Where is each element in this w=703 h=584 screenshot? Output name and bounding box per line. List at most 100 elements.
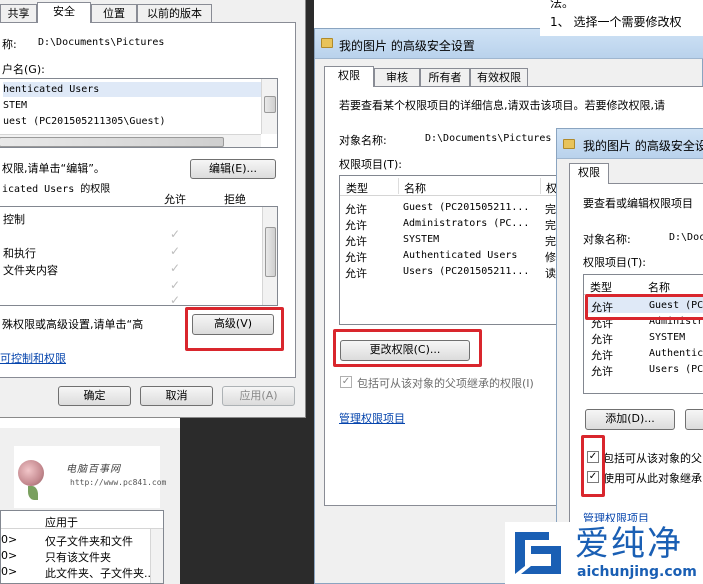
user-list[interactable]: henticated Users STEM uest (PC2015052113… (0, 78, 278, 148)
tab-previous-versions[interactable]: 以前的版本 (137, 4, 212, 22)
dialog-title: 我的图片 的高级安全设置 (339, 39, 475, 53)
permissions-caption: icated Users 的权限 (2, 184, 111, 195)
article-line: 1、 选择一个需要修改权 (550, 15, 682, 29)
inherit-label: 包括可从该对象的父项继承的权限(I) (357, 377, 534, 390)
row-name[interactable]: Guest (PC (649, 300, 703, 311)
watermark-url: aichunjing.com (577, 564, 697, 580)
article-line: 法。 (550, 0, 575, 10)
list-item: 0> (1, 533, 18, 546)
object-path: D:\Docu (669, 232, 703, 243)
cancel-button[interactable]: 取消 (140, 386, 213, 406)
object-path: D:\Documents\Pictures (38, 37, 165, 48)
propagate-checkbox[interactable]: ✓ (587, 471, 599, 483)
inherit-checkbox[interactable]: ✓ (340, 376, 352, 388)
tab-auditing[interactable]: 审核 (374, 68, 420, 87)
name-column-header[interactable]: 名称 (648, 279, 670, 295)
edit-button[interactable]: 编辑(E)... (190, 159, 276, 179)
row-type[interactable]: 允许 (591, 347, 613, 363)
scroll-thumb[interactable] (265, 227, 276, 277)
deny-header: 拒绝 (224, 193, 246, 206)
propagate-label: 使用可从此对象继承 (603, 472, 702, 485)
list-item[interactable]: uest (PC201505211305\Guest) (3, 114, 166, 129)
manage-entries-link[interactable]: 管理权限项目 (339, 410, 405, 426)
allow-header: 允许 (164, 193, 186, 206)
row-type[interactable]: 允许 (591, 331, 613, 347)
inherit-label: 包括可从该对象的父 (603, 452, 702, 465)
row-permission[interactable]: 修 (545, 249, 556, 265)
tab-owner[interactable]: 所有者 (420, 68, 470, 87)
flower-logo-icon (18, 460, 44, 486)
permission-label: 文件夹内容 (3, 264, 58, 277)
object-name-label: 称: (2, 38, 17, 51)
watermark: 爱纯净 aichunjing.com (505, 522, 703, 584)
tab-location[interactable]: 位置 (91, 4, 137, 22)
row-type[interactable]: 允许 (345, 249, 367, 265)
row-name[interactable]: Authenticated Users (403, 250, 517, 261)
row-type[interactable]: 允许 (345, 217, 367, 233)
banner-image: 电脑百事网 http://www.pc841.com (14, 446, 166, 508)
row-name[interactable]: SYSTEM (403, 234, 439, 245)
learn-access-control-link[interactable]: 可控制和权限 (0, 350, 66, 366)
row-name[interactable]: Guest (PC201505211... (403, 202, 529, 213)
name-column-header[interactable]: 名称 (404, 180, 426, 196)
tab-permissions[interactable]: 权限 (569, 163, 609, 184)
apply-to-list: 应用于 0> 仅子文件夹和文件 0> 只有该文件夹 0> 此文件夹、子文件夹..… (0, 510, 164, 584)
list-header (340, 176, 573, 196)
row-type[interactable]: 允许 (345, 265, 367, 281)
apply-button[interactable]: 应用(A) (222, 386, 295, 406)
tab-security[interactable]: 安全 (37, 2, 91, 23)
tab-sharing[interactable]: 共享 (0, 4, 37, 22)
row-name[interactable]: Users (PC201505211... (403, 266, 529, 277)
row-type[interactable]: 允许 (591, 299, 613, 315)
row-type[interactable]: 允许 (591, 315, 613, 331)
tab-effective-permissions[interactable]: 有效权限 (470, 68, 528, 87)
allow-check-icon: ✓ (170, 278, 181, 292)
permissions-list: 控制 和执行 文件夹内容 ✓ ✓ ✓ ✓ ✓ (0, 206, 278, 306)
desktop-background (306, 0, 314, 584)
list-item[interactable]: henticated Users (3, 82, 261, 97)
inherit-checkbox[interactable]: ✓ (587, 451, 599, 463)
row-permission[interactable]: 完 (545, 217, 556, 233)
edit-button-partial[interactable] (685, 409, 703, 430)
column-divider (398, 178, 399, 194)
properties-dialog: 共享 安全 位置 以前的版本 称: D:\Documents\Pictures … (0, 0, 306, 418)
change-permissions-button[interactable]: 更改权限(C)... (340, 340, 470, 361)
vertical-scrollbar[interactable] (261, 79, 277, 134)
tab-permissions[interactable]: 权限 (324, 66, 374, 87)
list-item[interactable]: STEM (3, 98, 27, 113)
row-type[interactable]: 允许 (591, 363, 613, 379)
vertical-scrollbar[interactable] (150, 529, 163, 583)
type-column-header[interactable]: 类型 (590, 279, 612, 295)
row-permission[interactable]: 完 (545, 201, 556, 217)
leaf-icon (28, 486, 38, 500)
type-column-header[interactable]: 类型 (346, 180, 368, 196)
row-name[interactable]: Administr (649, 316, 703, 327)
row-permission[interactable]: 读 (545, 265, 556, 281)
watermark-logo-icon (515, 532, 561, 574)
row-permission[interactable]: 完 (545, 233, 556, 249)
title-bar: 我的图片 的高级安全设置 (557, 129, 703, 159)
dialog-title: 我的图片 的高级安全设置 (583, 139, 703, 153)
advanced-button[interactable]: 高级(V) (192, 314, 274, 335)
row-type[interactable]: 允许 (345, 201, 367, 217)
row-name[interactable]: Authentic (649, 348, 703, 359)
object-name-label: 对象名称: (339, 134, 387, 147)
row-name[interactable]: Users (PC (649, 364, 703, 375)
row-type[interactable]: 允许 (345, 233, 367, 249)
scroll-thumb[interactable] (264, 96, 276, 113)
add-button[interactable]: 添加(D)... (585, 409, 675, 430)
horizontal-scrollbar[interactable] (0, 134, 261, 147)
list-item: 0> (1, 565, 18, 578)
list-item: 此文件夹、子文件夹... (45, 567, 155, 580)
ok-button[interactable]: 确定 (58, 386, 131, 406)
apply-to-panel: 电脑百事网 http://www.pc841.com 应用于 0> 仅子文件夹和… (0, 428, 180, 584)
row-name[interactable]: SYSTEM (649, 332, 685, 343)
permission-entries-label: 权限项目(T): (339, 158, 403, 171)
row-name[interactable]: Administrators (PC... (403, 218, 529, 229)
object-path: D:\Documents\Pictures (425, 133, 552, 144)
vertical-scrollbar[interactable] (262, 207, 277, 305)
object-name-label: 对象名称: (583, 233, 631, 246)
list-item: 只有该文件夹 (45, 551, 111, 564)
list-header (1, 511, 163, 529)
scroll-thumb[interactable] (0, 137, 224, 147)
